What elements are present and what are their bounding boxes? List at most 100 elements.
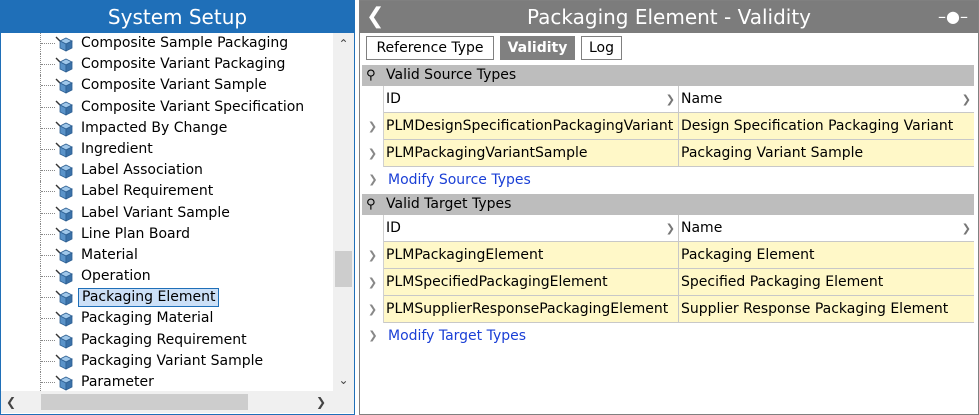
scroll-thumb-horizontal[interactable] xyxy=(41,394,248,410)
pin-icon[interactable]: –●– xyxy=(938,1,968,33)
cube-node-icon xyxy=(55,290,73,306)
target-section-header: ⚲ Valid Target Types xyxy=(362,194,974,215)
column-label: Name xyxy=(681,91,723,107)
pin-icon[interactable]: ⚲ xyxy=(366,65,376,86)
modify-source-link[interactable]: Modify Source Types xyxy=(388,169,531,191)
tree-item[interactable]: Label Variant Sample xyxy=(1,202,333,224)
tree-item[interactable]: Impacted By Change xyxy=(1,117,333,139)
cube-node-icon xyxy=(55,121,73,137)
chevron-left-icon[interactable]: ❮ xyxy=(1,391,21,413)
tree-connector xyxy=(41,64,55,66)
chevron-right-icon[interactable]: ❯ xyxy=(362,242,384,269)
tree-item-label: Operation xyxy=(81,268,151,285)
tab-reference-type[interactable]: Reference Type xyxy=(366,36,494,60)
cube-node-icon xyxy=(55,333,73,349)
tree-item[interactable]: Packaging Material xyxy=(1,308,333,330)
tree-item[interactable]: Ingredient xyxy=(1,138,333,161)
chevron-down-icon[interactable]: ⌄ xyxy=(333,371,354,389)
tree-item[interactable]: Composite Variant Packaging xyxy=(1,54,333,76)
tree-item-label: Composite Sample Packaging xyxy=(81,35,289,51)
tree-item[interactable]: Operation xyxy=(1,266,333,288)
modify-row: ❯ Modify Target Types xyxy=(362,325,974,347)
tree-connector xyxy=(41,318,55,320)
cell-id: PLMDesignSpecificationPackagingVariant xyxy=(384,113,679,140)
tree-item[interactable]: Label Association xyxy=(1,160,333,182)
modify-target-link[interactable]: Modify Target Types xyxy=(388,325,526,347)
vertical-scrollbar[interactable]: ⌃ ⌄ xyxy=(333,33,354,391)
tree-item-label: Packaging Element xyxy=(78,288,220,308)
chevron-right-icon[interactable]: ❯ xyxy=(362,113,384,140)
tree-item-label: Label Association xyxy=(81,162,203,179)
column-header-id[interactable]: ID ❯ xyxy=(384,86,679,113)
tree-item[interactable]: Line Plan Board xyxy=(1,223,333,245)
table-row[interactable]: ❯ PLMDesignSpecificationPackagingVariant D… xyxy=(362,113,974,140)
column-label: Name xyxy=(681,220,723,236)
tab-validity[interactable]: Validity xyxy=(500,36,575,60)
scroll-thumb[interactable] xyxy=(335,251,352,287)
chevron-right-icon: ❯ xyxy=(961,222,971,235)
cube-node-icon xyxy=(55,206,73,222)
row-gutter xyxy=(362,86,384,113)
tree-connector xyxy=(41,276,55,278)
chevron-right-icon: ❯ xyxy=(665,222,675,235)
tree-item[interactable]: Packaging Variant Sample xyxy=(1,350,333,372)
cube-node-icon xyxy=(55,100,73,116)
cell-name: Specified Packaging Element xyxy=(679,269,974,296)
chevron-up-icon[interactable]: ⌃ xyxy=(333,35,354,53)
tree-connector xyxy=(41,212,55,214)
row-gutter xyxy=(362,215,384,242)
tree-item-label: Packaging Material xyxy=(81,310,214,327)
tree-connector xyxy=(41,360,55,362)
tree-item[interactable]: Label Requirement xyxy=(1,181,333,203)
tree-item[interactable]: Composite Sample Packaging xyxy=(1,33,333,55)
column-header-id[interactable]: ID ❯ xyxy=(384,215,679,242)
tree-item[interactable]: Parameter xyxy=(1,372,333,391)
section-title: Valid Target Types xyxy=(386,196,512,212)
setup-tree: Composite Sample Packaging Composite Vari… xyxy=(1,33,333,391)
chevron-right-icon[interactable]: ❯ xyxy=(311,391,331,413)
cube-node-icon xyxy=(55,163,73,179)
tree-item[interactable]: Composite Variant Sample xyxy=(1,75,333,97)
pin-icon[interactable]: ⚲ xyxy=(366,194,376,215)
tree-connector xyxy=(41,339,55,341)
cube-node-icon xyxy=(55,184,73,200)
tab-bar: Reference Type Validity Log xyxy=(360,33,978,62)
tab-log[interactable]: Log xyxy=(581,36,622,60)
cube-node-icon xyxy=(55,311,73,328)
tree-item[interactable]: Composite Variant Specification xyxy=(1,96,333,118)
chevron-right-icon[interactable]: ❯ xyxy=(362,140,384,167)
back-arrow-icon[interactable]: ❮ xyxy=(366,1,384,33)
table-row[interactable]: ❯ PLMSpecifiedPackagingElement Specified P… xyxy=(362,269,974,296)
table-row[interactable]: ❯ PLMPackagingElement Packaging Element xyxy=(362,242,974,269)
panel-title: System Setup xyxy=(1,1,354,33)
validity-panel: ❮ Packaging Element - Validity –●– Refer… xyxy=(359,0,979,415)
horizontal-scrollbar[interactable]: ❮ ❯ xyxy=(1,391,333,413)
chevron-right-icon[interactable]: ❯ xyxy=(362,296,384,323)
tree-item[interactable]: Packaging Element xyxy=(1,287,333,309)
chevron-right-icon[interactable]: ❯ xyxy=(362,269,384,296)
tree-connector xyxy=(41,382,55,383)
tree-connector xyxy=(41,170,55,172)
column-header-name[interactable]: Name ❯ xyxy=(679,86,974,113)
tree-item-label: Ingredient xyxy=(81,140,153,157)
cell-id: PLMPackagingVariantSample xyxy=(384,140,679,167)
cell-name: Supplier Response Packaging Element xyxy=(679,296,974,323)
tab-label: Reference Type xyxy=(376,40,484,56)
chevron-right-icon: ❯ xyxy=(961,93,971,106)
cube-node-icon xyxy=(55,227,73,243)
tree-item-label: Line Plan Board xyxy=(81,225,191,242)
panel-header: ❮ Packaging Element - Validity –●– xyxy=(360,1,978,33)
tree-item[interactable]: Material xyxy=(1,244,333,267)
column-label: ID xyxy=(386,220,401,236)
table-row[interactable]: ❯ PLMPackagingVariantSample Packaging Vari… xyxy=(362,140,974,167)
system-setup-panel: System Setup Composite Sample Packaging C… xyxy=(0,0,355,415)
table-row[interactable]: ❯ PLMSupplierResponsePackagingElement Supp… xyxy=(362,296,974,323)
column-header-name[interactable]: Name ❯ xyxy=(679,215,974,242)
grid-header-row: ID ❯ Name ❯ xyxy=(362,86,974,113)
tree-connector xyxy=(41,254,55,256)
tree-connector xyxy=(41,297,55,299)
tree-item-label: Material xyxy=(81,246,138,263)
tree-connector xyxy=(41,85,55,87)
tab-label: Log xyxy=(588,40,614,56)
tree-item[interactable]: Packaging Requirement xyxy=(1,329,333,351)
